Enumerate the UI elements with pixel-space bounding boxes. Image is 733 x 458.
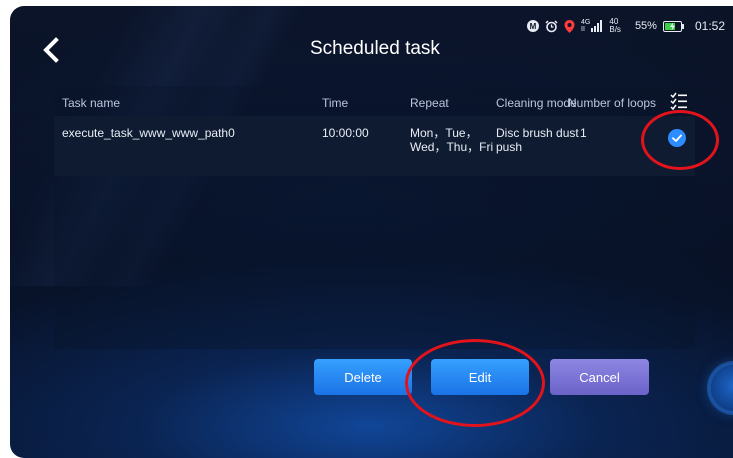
task-table: Task name Time Repeat Cleaning mode Numb… — [54, 86, 695, 349]
location-pin-icon — [564, 19, 575, 33]
cellular-signal-icon: 4G II — [581, 19, 603, 33]
task-loops-cell: 1 — [580, 126, 587, 140]
m-app-icon: M — [527, 20, 540, 32]
column-header-cleaning-mode: Cleaning mode — [496, 96, 577, 110]
task-cleaning-mode-cell: Disc brush dust push — [496, 126, 579, 154]
column-header-task-name: Task name — [62, 96, 121, 110]
row-select-checkbox[interactable] — [668, 129, 686, 147]
battery-charging-icon — [662, 20, 685, 32]
edit-button[interactable]: Edit — [431, 359, 529, 395]
task-time-cell: 10:00:00 — [322, 126, 369, 140]
clock: 01:52 — [694, 19, 725, 33]
check-circle-icon — [672, 134, 682, 142]
table-header: Task name Time Repeat Cleaning mode Numb… — [54, 86, 695, 116]
column-header-number-of-loops: Number of loops — [568, 96, 657, 110]
page-title: Scheduled task — [310, 38, 440, 59]
table-row[interactable]: execute_task_www_www_path0 10:00:00 Mon，… — [54, 116, 695, 176]
column-header-repeat: Repeat — [410, 96, 449, 110]
delete-button[interactable]: Delete — [314, 359, 412, 395]
select-all-button[interactable] — [670, 92, 688, 111]
column-header-time: Time — [322, 96, 349, 110]
battery-percent: 55% — [634, 20, 657, 32]
network-speed: 40 B/s — [609, 17, 621, 34]
task-repeat-cell: Mon，Tue，Wed，Thu，Fri — [410, 126, 494, 154]
cancel-button[interactable]: Cancel — [550, 359, 649, 395]
floating-action-button[interactable] — [711, 365, 733, 411]
svg-text:M: M — [530, 22, 537, 31]
alarm-icon — [545, 19, 558, 33]
checklist-icon — [670, 92, 687, 111]
app-screen: Scheduled task M 4G II 40 B/s 55% 01:52 … — [10, 6, 733, 458]
back-button[interactable] — [38, 36, 64, 64]
status-bar: M 4G II 40 B/s 55% 01:52 — [527, 18, 725, 34]
chevron-left-icon — [43, 37, 59, 63]
task-name-cell: execute_task_www_www_path0 — [62, 126, 235, 140]
